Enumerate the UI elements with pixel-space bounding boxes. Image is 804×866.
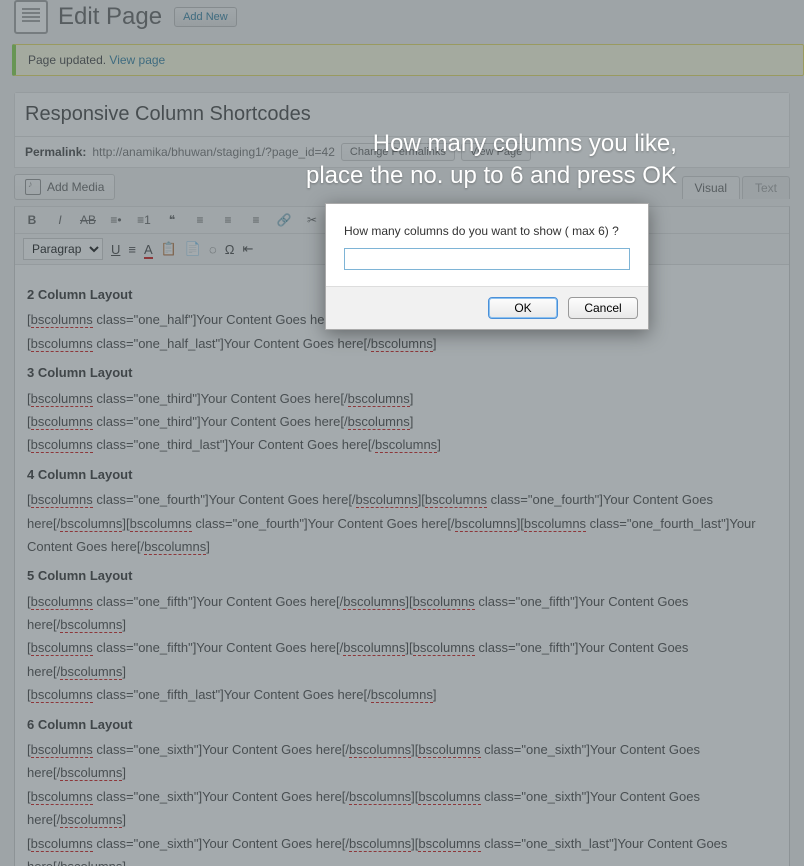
dialog-question: How many columns do you want to show ( m… <box>344 224 630 238</box>
dialog-input[interactable] <box>344 248 630 270</box>
prompt-dialog: How many columns do you want to show ( m… <box>325 203 649 330</box>
cancel-button[interactable]: Cancel <box>568 297 638 319</box>
annotation-text: How many columns you like,place the no. … <box>306 128 677 193</box>
ok-button[interactable]: OK <box>488 297 558 319</box>
